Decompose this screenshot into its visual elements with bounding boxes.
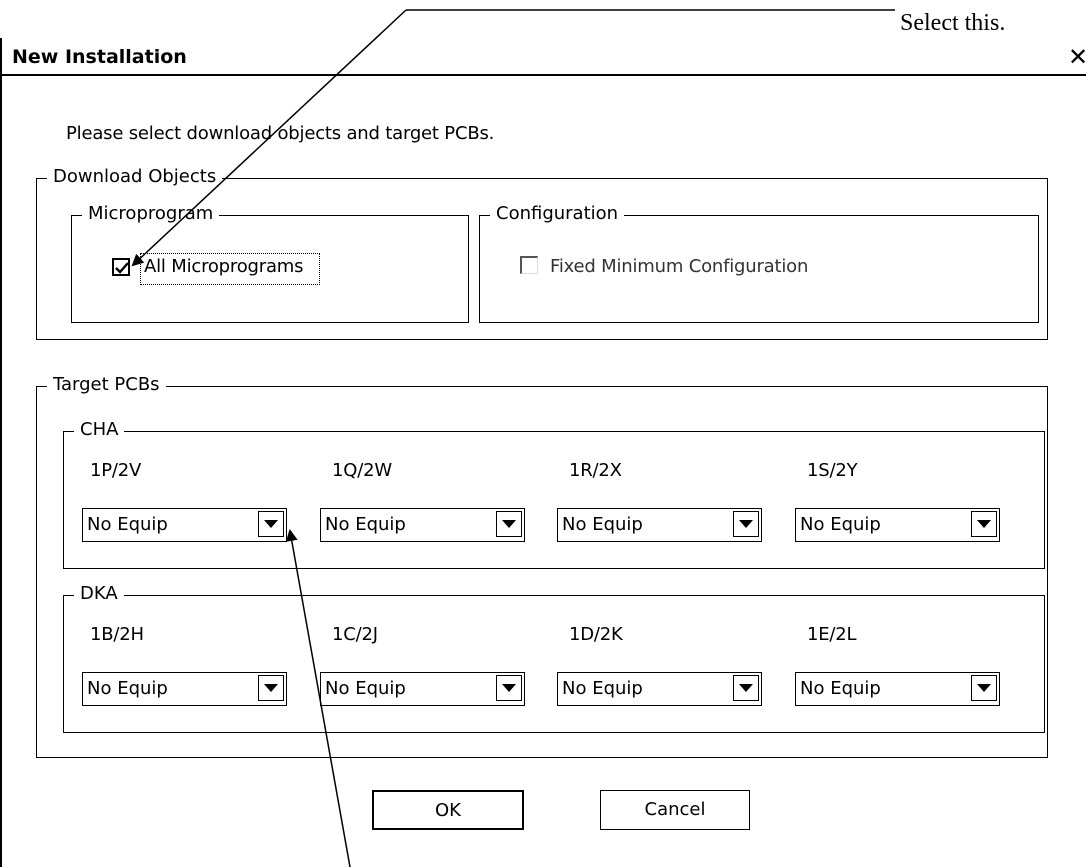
cha-group: CHA 1P/2V No Equip 1Q/2W No Equip 1R/2X …	[63, 419, 1045, 569]
slot-label: 1E/2L	[807, 624, 857, 645]
dka-group: DKA 1B/2H No Equip 1C/2J No Equip 1D/2K …	[63, 583, 1045, 733]
chevron-down-icon	[502, 684, 516, 692]
microprogram-legend: Microprogram	[82, 203, 220, 224]
dka-combo-4[interactable]: No Equip	[795, 672, 1000, 706]
slot-label: 1S/2Y	[807, 460, 858, 481]
dropdown-button[interactable]	[258, 675, 284, 701]
microprogram-group: Microprogram All Microprograms	[71, 203, 469, 323]
chevron-down-icon	[739, 520, 753, 528]
cha-combo-1[interactable]: No Equip	[82, 508, 287, 542]
fixed-minimum-configuration-label[interactable]: Fixed Minimum Configuration	[550, 256, 808, 277]
dropdown-button[interactable]	[733, 675, 759, 701]
dropdown-button[interactable]	[971, 511, 997, 537]
dka-combo-3[interactable]: No Equip	[557, 672, 762, 706]
ok-button[interactable]: OK	[372, 790, 524, 830]
dropdown-button[interactable]	[733, 511, 759, 537]
check-icon	[115, 262, 129, 274]
all-microprograms-checkbox[interactable]	[112, 258, 130, 276]
dropdown-button[interactable]	[258, 511, 284, 537]
dka-legend: DKA	[74, 583, 124, 604]
configuration-group: Configuration Fixed Minimum Configuratio…	[479, 203, 1039, 323]
fixed-minimum-configuration-checkbox[interactable]	[520, 256, 538, 274]
chevron-down-icon	[264, 684, 278, 692]
download-objects-legend: Download Objects	[47, 166, 223, 187]
combo-value: No Equip	[562, 678, 643, 699]
chevron-down-icon	[977, 520, 991, 528]
slot-label: 1B/2H	[90, 624, 144, 645]
close-icon[interactable]: ✕	[1068, 43, 1086, 71]
title-bar: New Installation ✕	[2, 38, 1086, 76]
chevron-down-icon	[502, 520, 516, 528]
dka-combo-2[interactable]: No Equip	[320, 672, 525, 706]
target-pcbs-legend: Target PCBs	[47, 374, 166, 395]
cha-legend: CHA	[74, 419, 125, 440]
combo-value: No Equip	[87, 514, 168, 535]
combo-value: No Equip	[325, 514, 406, 535]
dropdown-button[interactable]	[496, 675, 522, 701]
configuration-legend: Configuration	[490, 203, 625, 224]
combo-value: No Equip	[87, 678, 168, 699]
window-title: New Installation	[12, 46, 187, 68]
dialog-window: New Installation ✕ Please select downloa…	[0, 38, 1086, 867]
slot-label: 1R/2X	[569, 460, 622, 481]
all-microprograms-label[interactable]: All Microprograms	[144, 256, 303, 277]
combo-value: No Equip	[325, 678, 406, 699]
chevron-down-icon	[739, 684, 753, 692]
cha-combo-2[interactable]: No Equip	[320, 508, 525, 542]
slot-label: 1D/2K	[569, 624, 623, 645]
chevron-down-icon	[977, 684, 991, 692]
cha-combo-4[interactable]: No Equip	[795, 508, 1000, 542]
combo-value: No Equip	[800, 514, 881, 535]
cancel-button[interactable]: Cancel	[600, 790, 750, 830]
dropdown-button[interactable]	[496, 511, 522, 537]
chevron-down-icon	[264, 520, 278, 528]
dropdown-button[interactable]	[971, 675, 997, 701]
callout-text: Select this.	[900, 10, 1006, 36]
slot-label: 1C/2J	[332, 624, 378, 645]
intro-text: Please select download objects and targe…	[66, 123, 495, 144]
combo-value: No Equip	[562, 514, 643, 535]
dka-combo-1[interactable]: No Equip	[82, 672, 287, 706]
download-objects-group: Download Objects Microprogram All Microp…	[36, 166, 1048, 340]
target-pcbs-group: Target PCBs CHA 1P/2V No Equip 1Q/2W No …	[36, 374, 1048, 758]
cha-combo-3[interactable]: No Equip	[557, 508, 762, 542]
slot-label: 1P/2V	[90, 460, 142, 481]
combo-value: No Equip	[800, 678, 881, 699]
slot-label: 1Q/2W	[332, 460, 392, 481]
